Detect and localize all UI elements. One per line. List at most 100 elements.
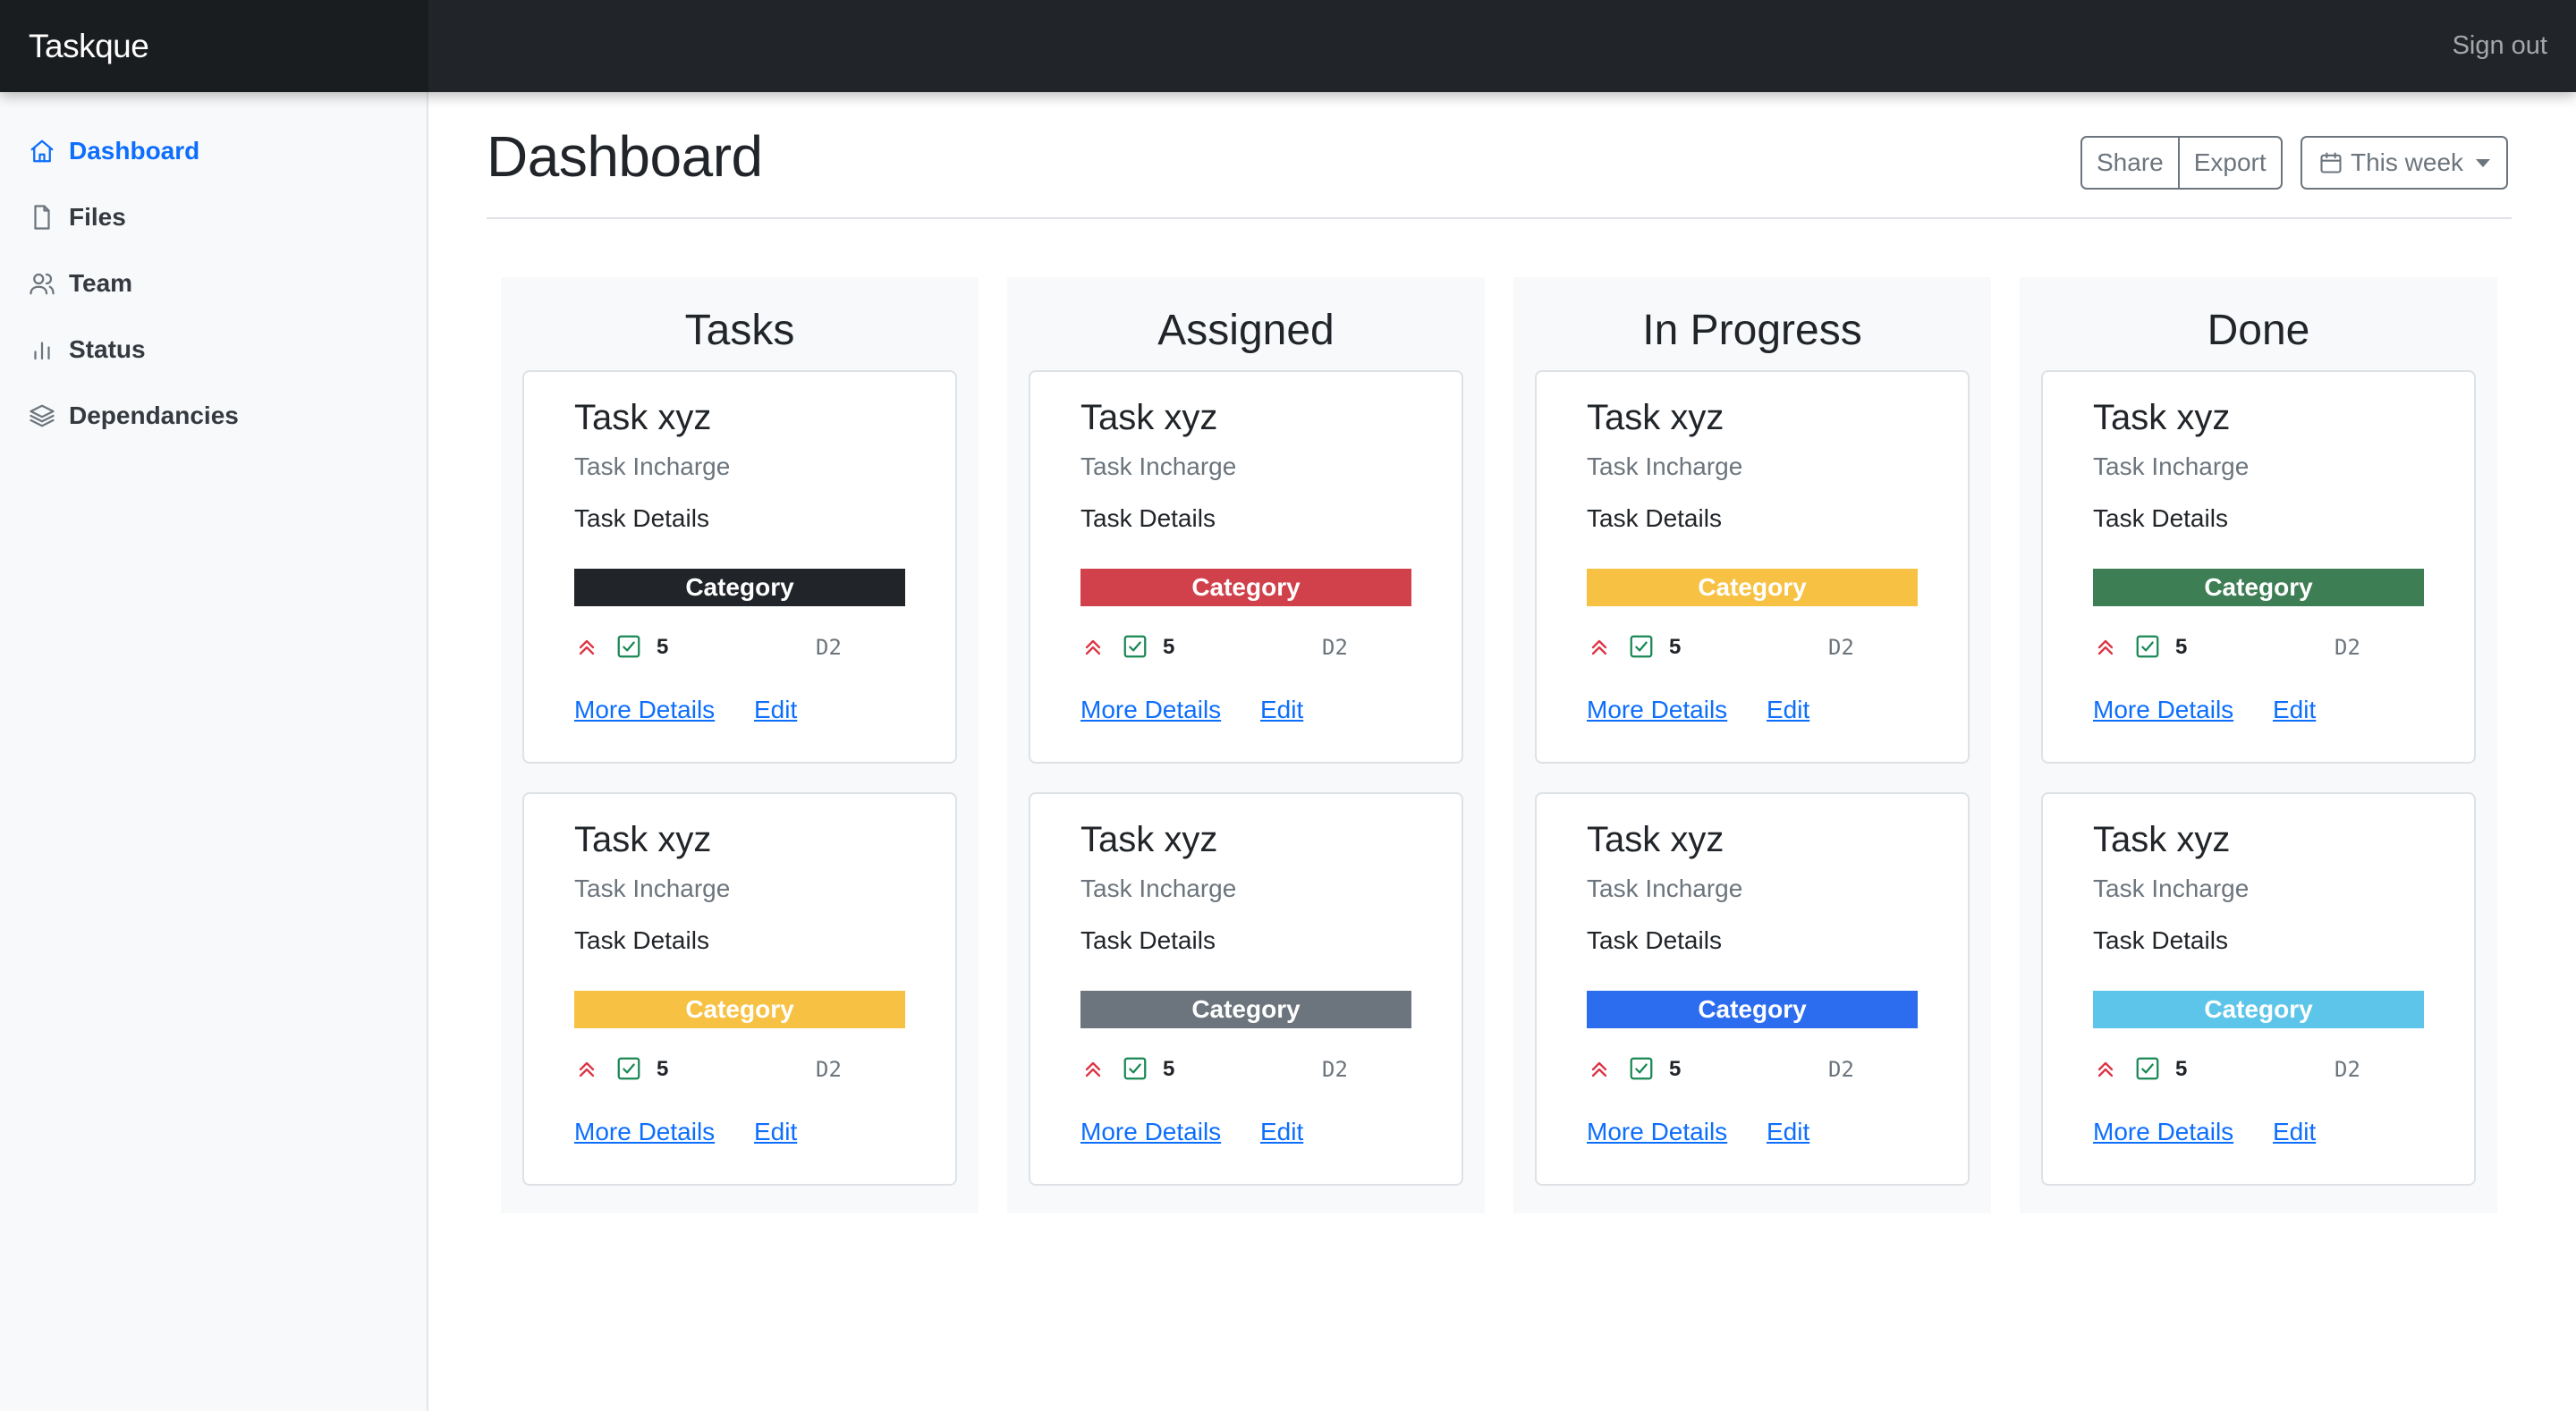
column-tasks: Tasks Task xyz Task Incharge Task Details Ca… — [501, 277, 979, 1213]
sidebar-item-label: Team — [69, 269, 133, 297]
subtask-count: 5 — [1163, 1057, 1175, 1081]
page-title: Dashboard — [487, 124, 763, 189]
more-details-link[interactable]: More Details — [2093, 694, 2233, 726]
more-details-link[interactable]: More Details — [574, 1116, 715, 1148]
priority-high-icon — [1587, 1057, 1612, 1082]
users-icon — [29, 270, 55, 297]
sidebar-item-dependancies[interactable]: Dependancies — [29, 393, 239, 439]
card-title: Task xyz — [2093, 398, 2231, 437]
more-details-link[interactable]: More Details — [1080, 694, 1221, 726]
check-square-icon — [2134, 633, 2161, 660]
top-navbar: Taskque Sign out — [0, 0, 2576, 92]
edit-link[interactable]: Edit — [1767, 1116, 1809, 1148]
card-code: D2 — [816, 635, 842, 660]
card-details: Task Details — [1587, 926, 1722, 954]
subtask-count: 5 — [1163, 635, 1175, 659]
column-title: Tasks — [684, 307, 795, 354]
category-badge: Category — [1080, 569, 1411, 606]
edit-link[interactable]: Edit — [1767, 694, 1809, 726]
check-square-icon — [615, 1055, 642, 1082]
card-code: D2 — [1322, 1057, 1348, 1082]
sidebar-item-label: Dashboard — [69, 137, 200, 165]
category-badge: Category — [2093, 991, 2424, 1028]
edit-link[interactable]: Edit — [754, 1116, 797, 1148]
priority-high-icon — [1080, 635, 1106, 660]
sign-out-link[interactable]: Sign out — [2453, 0, 2547, 92]
edit-link[interactable]: Edit — [1260, 1116, 1303, 1148]
priority-high-icon — [1080, 1057, 1106, 1082]
card-incharge: Task Incharge — [2093, 452, 2250, 480]
category-badge: Category — [1080, 991, 1411, 1028]
subtask-count: 5 — [1669, 1057, 1682, 1081]
column-title: Assigned — [1157, 307, 1335, 354]
app-root: Taskque Sign out Dashboard Files Team St… — [0, 0, 2576, 1411]
card-meta: 5 D2 — [574, 631, 905, 663]
card-meta: 5 D2 — [574, 1053, 905, 1086]
export-button[interactable]: Export — [2179, 136, 2283, 190]
column-title: In Progress — [1642, 307, 1862, 354]
calendar-icon — [2318, 150, 2343, 175]
card-incharge: Task Incharge — [574, 874, 731, 902]
file-icon — [29, 204, 55, 231]
card-title: Task xyz — [574, 820, 712, 859]
sidebar-item-label: Dependancies — [69, 401, 239, 429]
card-meta: 5 D2 — [1587, 1053, 1918, 1086]
more-details-link[interactable]: More Details — [2093, 1116, 2233, 1148]
more-details-link[interactable]: More Details — [1080, 1116, 1221, 1148]
category-badge: Category — [2093, 569, 2424, 606]
card-incharge: Task Incharge — [1080, 452, 1237, 480]
category-badge: Category — [574, 991, 905, 1028]
task-card: Task xyz Task Incharge Task Details Categor… — [522, 370, 957, 764]
card-meta: 5 D2 — [2093, 1053, 2424, 1086]
category-badge: Category — [574, 569, 905, 606]
card-incharge: Task Incharge — [1587, 874, 1743, 902]
card-details: Task Details — [1587, 504, 1722, 532]
check-square-icon — [1122, 633, 1148, 660]
category-badge: Category — [1587, 991, 1918, 1028]
card-title: Task xyz — [1080, 398, 1218, 437]
edit-link[interactable]: Edit — [1260, 694, 1303, 726]
date-range-dropdown[interactable]: This week — [2301, 136, 2509, 190]
card-details: Task Details — [1080, 504, 1216, 532]
card-title: Task xyz — [2093, 820, 2231, 859]
home-icon — [29, 138, 55, 165]
card-code: D2 — [1828, 635, 1854, 660]
more-details-link[interactable]: More Details — [574, 694, 715, 726]
sidebar-item-team[interactable]: Team — [29, 260, 132, 307]
card-details: Task Details — [574, 926, 709, 954]
more-details-link[interactable]: More Details — [1587, 1116, 1727, 1148]
header-divider — [487, 217, 2512, 219]
edit-link[interactable]: Edit — [2273, 694, 2316, 726]
category-badge: Category — [1587, 569, 1918, 606]
card-meta: 5 D2 — [1080, 631, 1411, 663]
task-card: Task xyz Task Incharge Task Details Categor… — [2041, 370, 2476, 764]
card-title: Task xyz — [1080, 820, 1218, 859]
card-code: D2 — [1322, 635, 1348, 660]
subtask-count: 5 — [2175, 1057, 2188, 1081]
sidebar-item-dashboard[interactable]: Dashboard — [29, 128, 199, 174]
check-square-icon — [1628, 1055, 1655, 1082]
check-square-icon — [1122, 1055, 1148, 1082]
task-card: Task xyz Task Incharge Task Details Categor… — [1535, 370, 1970, 764]
sidebar-item-status[interactable]: Status — [29, 326, 146, 373]
share-export-group: Share Export — [2080, 136, 2283, 190]
card-details: Task Details — [2093, 926, 2228, 954]
share-button[interactable]: Share — [2080, 136, 2180, 190]
date-range-label: This week — [2351, 148, 2464, 176]
priority-high-icon — [1587, 635, 1612, 660]
card-title: Task xyz — [1587, 820, 1724, 859]
brand-logo[interactable]: Taskque — [0, 0, 428, 92]
check-square-icon — [615, 633, 642, 660]
subtask-count: 5 — [1669, 635, 1682, 659]
task-card: Task xyz Task Incharge Task Details Categor… — [1029, 792, 1463, 1186]
edit-link[interactable]: Edit — [2273, 1116, 2316, 1148]
priority-high-icon — [574, 1057, 599, 1082]
card-incharge: Task Incharge — [2093, 874, 2250, 902]
card-meta: 5 D2 — [1080, 1053, 1411, 1086]
more-details-link[interactable]: More Details — [1587, 694, 1727, 726]
edit-link[interactable]: Edit — [754, 694, 797, 726]
sidebar-item-files[interactable]: Files — [29, 194, 126, 241]
check-square-icon — [1628, 633, 1655, 660]
card-title: Task xyz — [1587, 398, 1724, 437]
card-code: D2 — [1828, 1057, 1854, 1082]
